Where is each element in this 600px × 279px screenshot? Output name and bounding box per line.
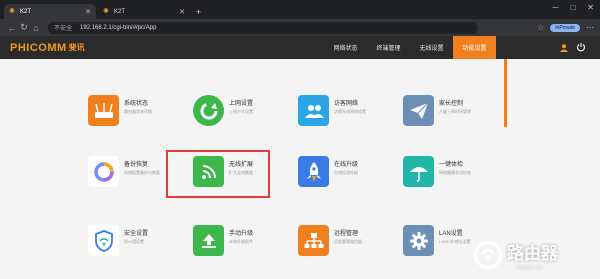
close-window-button[interactable]: ✕ xyxy=(587,3,594,12)
guests-icon xyxy=(298,95,329,126)
home-icon[interactable]: ⌂ xyxy=(30,23,42,33)
card-desc: 远程管理路由器 xyxy=(334,239,362,244)
card-desc: 访客无线网络设置 xyxy=(334,109,366,114)
browser-tab-1[interactable]: ✺ K2T ✕ xyxy=(4,4,96,19)
menu-network-status[interactable]: 网络状态 xyxy=(324,36,367,59)
card-desc: 在线检测升级 xyxy=(334,170,358,175)
upload-icon xyxy=(193,225,224,256)
close-icon[interactable]: ✕ xyxy=(179,8,185,16)
gear-icon xyxy=(403,225,434,256)
network-icon xyxy=(298,225,329,256)
brand-logo-cn: 斐讯 xyxy=(68,43,85,52)
card-title: 在线升级 xyxy=(334,162,359,168)
router-favicon-icon: ✺ xyxy=(9,8,15,15)
card-title: 安全设置 xyxy=(124,231,149,237)
card-system-status[interactable]: 系统状态 路由器状态详情 xyxy=(88,95,188,131)
card-title: 家长控制 xyxy=(439,101,464,107)
watermark-text: 路由器 xyxy=(507,244,558,263)
menu-device-management[interactable]: 终端管理 xyxy=(367,36,410,59)
card-desc: 网络健康状况检查 xyxy=(439,170,471,175)
profile-button[interactable]: InPrivate xyxy=(550,23,580,32)
bookmark-star-icon[interactable]: ☆ xyxy=(537,23,544,32)
card-desc: 儿童上网时间管理 xyxy=(439,109,471,114)
brand-logo: PHICOMM xyxy=(10,41,67,54)
router-logo-icon xyxy=(474,241,502,269)
paper-plane-icon xyxy=(403,95,434,126)
menu-wireless-settings[interactable]: 无线设置 xyxy=(410,36,453,59)
card-remote-management[interactable]: 远程管理 远程管理路由器 xyxy=(298,225,398,261)
address-toolbar: ← ↻ ⌂ 不安全 192.168.2.1/cgi-bin/#/pc/App ☆… xyxy=(0,19,600,36)
power-icon[interactable] xyxy=(575,41,587,53)
card-title: 手动升级 xyxy=(229,231,254,237)
new-tab-button[interactable]: + xyxy=(196,7,201,17)
watermark: 路由器 luyouqi.com xyxy=(474,236,594,274)
more-menu-icon[interactable]: ⋯ xyxy=(586,23,594,32)
reload-icon[interactable]: ↻ xyxy=(18,22,30,33)
card-title: 系统状态 xyxy=(124,101,149,107)
router-favicon-icon: ✺ xyxy=(103,8,109,15)
card-desc: 上网方式设置 xyxy=(229,109,253,114)
maximize-button[interactable]: □ xyxy=(570,3,575,12)
url-text: 192.168.2.1/cgi-bin/#/pc/App xyxy=(80,24,157,31)
watermark-sub: luyouqi.com xyxy=(516,265,544,271)
back-arrow-icon[interactable]: ← xyxy=(6,23,18,33)
card-title: 备份恢复 xyxy=(124,162,149,168)
card-internet-settings[interactable]: 上网设置 上网方式设置 xyxy=(193,95,293,131)
card-parental-control[interactable]: 家长控制 儿童上网时间管理 xyxy=(403,95,503,131)
security-indicator[interactable]: 不安全 xyxy=(54,23,72,32)
card-title: 上网设置 xyxy=(229,101,254,107)
shield-wifi-icon xyxy=(88,225,119,256)
umbrella-icon xyxy=(403,156,434,187)
card-desc: 本地升级固件 xyxy=(229,239,253,244)
card-desc: 网络配置备份与恢复 xyxy=(124,170,160,175)
card-title: LAN设置 xyxy=(439,231,463,237)
card-desc: 路由器状态详情 xyxy=(124,109,152,114)
rocket-icon xyxy=(298,156,329,187)
ring-icon xyxy=(88,156,119,187)
menu-scroll-indicator xyxy=(504,59,507,127)
refresh-icon xyxy=(193,95,224,126)
router-icon xyxy=(88,95,119,126)
main-menu: 网络状态 终端管理 无线设置 功能设置 xyxy=(324,36,496,59)
card-title: 一键体检 xyxy=(439,162,464,168)
card-one-click-check[interactable]: 一键体检 网络健康状况检查 xyxy=(403,156,503,192)
card-desc: 防火墙设置 xyxy=(124,239,144,244)
app-header: PHICOMM 斐讯 网络状态 终端管理 无线设置 功能设置 xyxy=(0,36,600,59)
tab-label: K2T xyxy=(20,8,32,15)
card-guest-network[interactable]: 访客网络 访客无线网络设置 xyxy=(298,95,398,131)
user-icon[interactable] xyxy=(558,42,570,53)
tab-label: K2T xyxy=(114,8,126,15)
card-online-upgrade[interactable]: 在线升级 在线检测升级 xyxy=(298,156,398,192)
minimize-button[interactable]: ─ xyxy=(553,3,559,12)
card-security-settings[interactable]: 安全设置 防火墙设置 xyxy=(88,225,188,261)
browser-tabbar: ✺ K2T ✕ ✺ K2T ✕ + ─ □ ✕ xyxy=(0,0,600,19)
url-bar[interactable]: 不安全 192.168.2.1/cgi-bin/#/pc/App xyxy=(48,21,478,34)
card-title: 访客网络 xyxy=(334,101,359,107)
highlight-box xyxy=(166,150,270,198)
window-controls: ─ □ ✕ xyxy=(553,3,594,12)
card-desc: LAN口IP地址设置 xyxy=(439,239,471,244)
close-icon[interactable]: ✕ xyxy=(85,8,91,16)
menu-function-settings[interactable]: 功能设置 xyxy=(453,36,496,59)
card-title: 远程管理 xyxy=(334,231,359,237)
card-manual-upgrade[interactable]: 手动升级 本地升级固件 xyxy=(193,225,293,261)
browser-tab-2[interactable]: ✺ K2T ✕ xyxy=(98,4,190,19)
